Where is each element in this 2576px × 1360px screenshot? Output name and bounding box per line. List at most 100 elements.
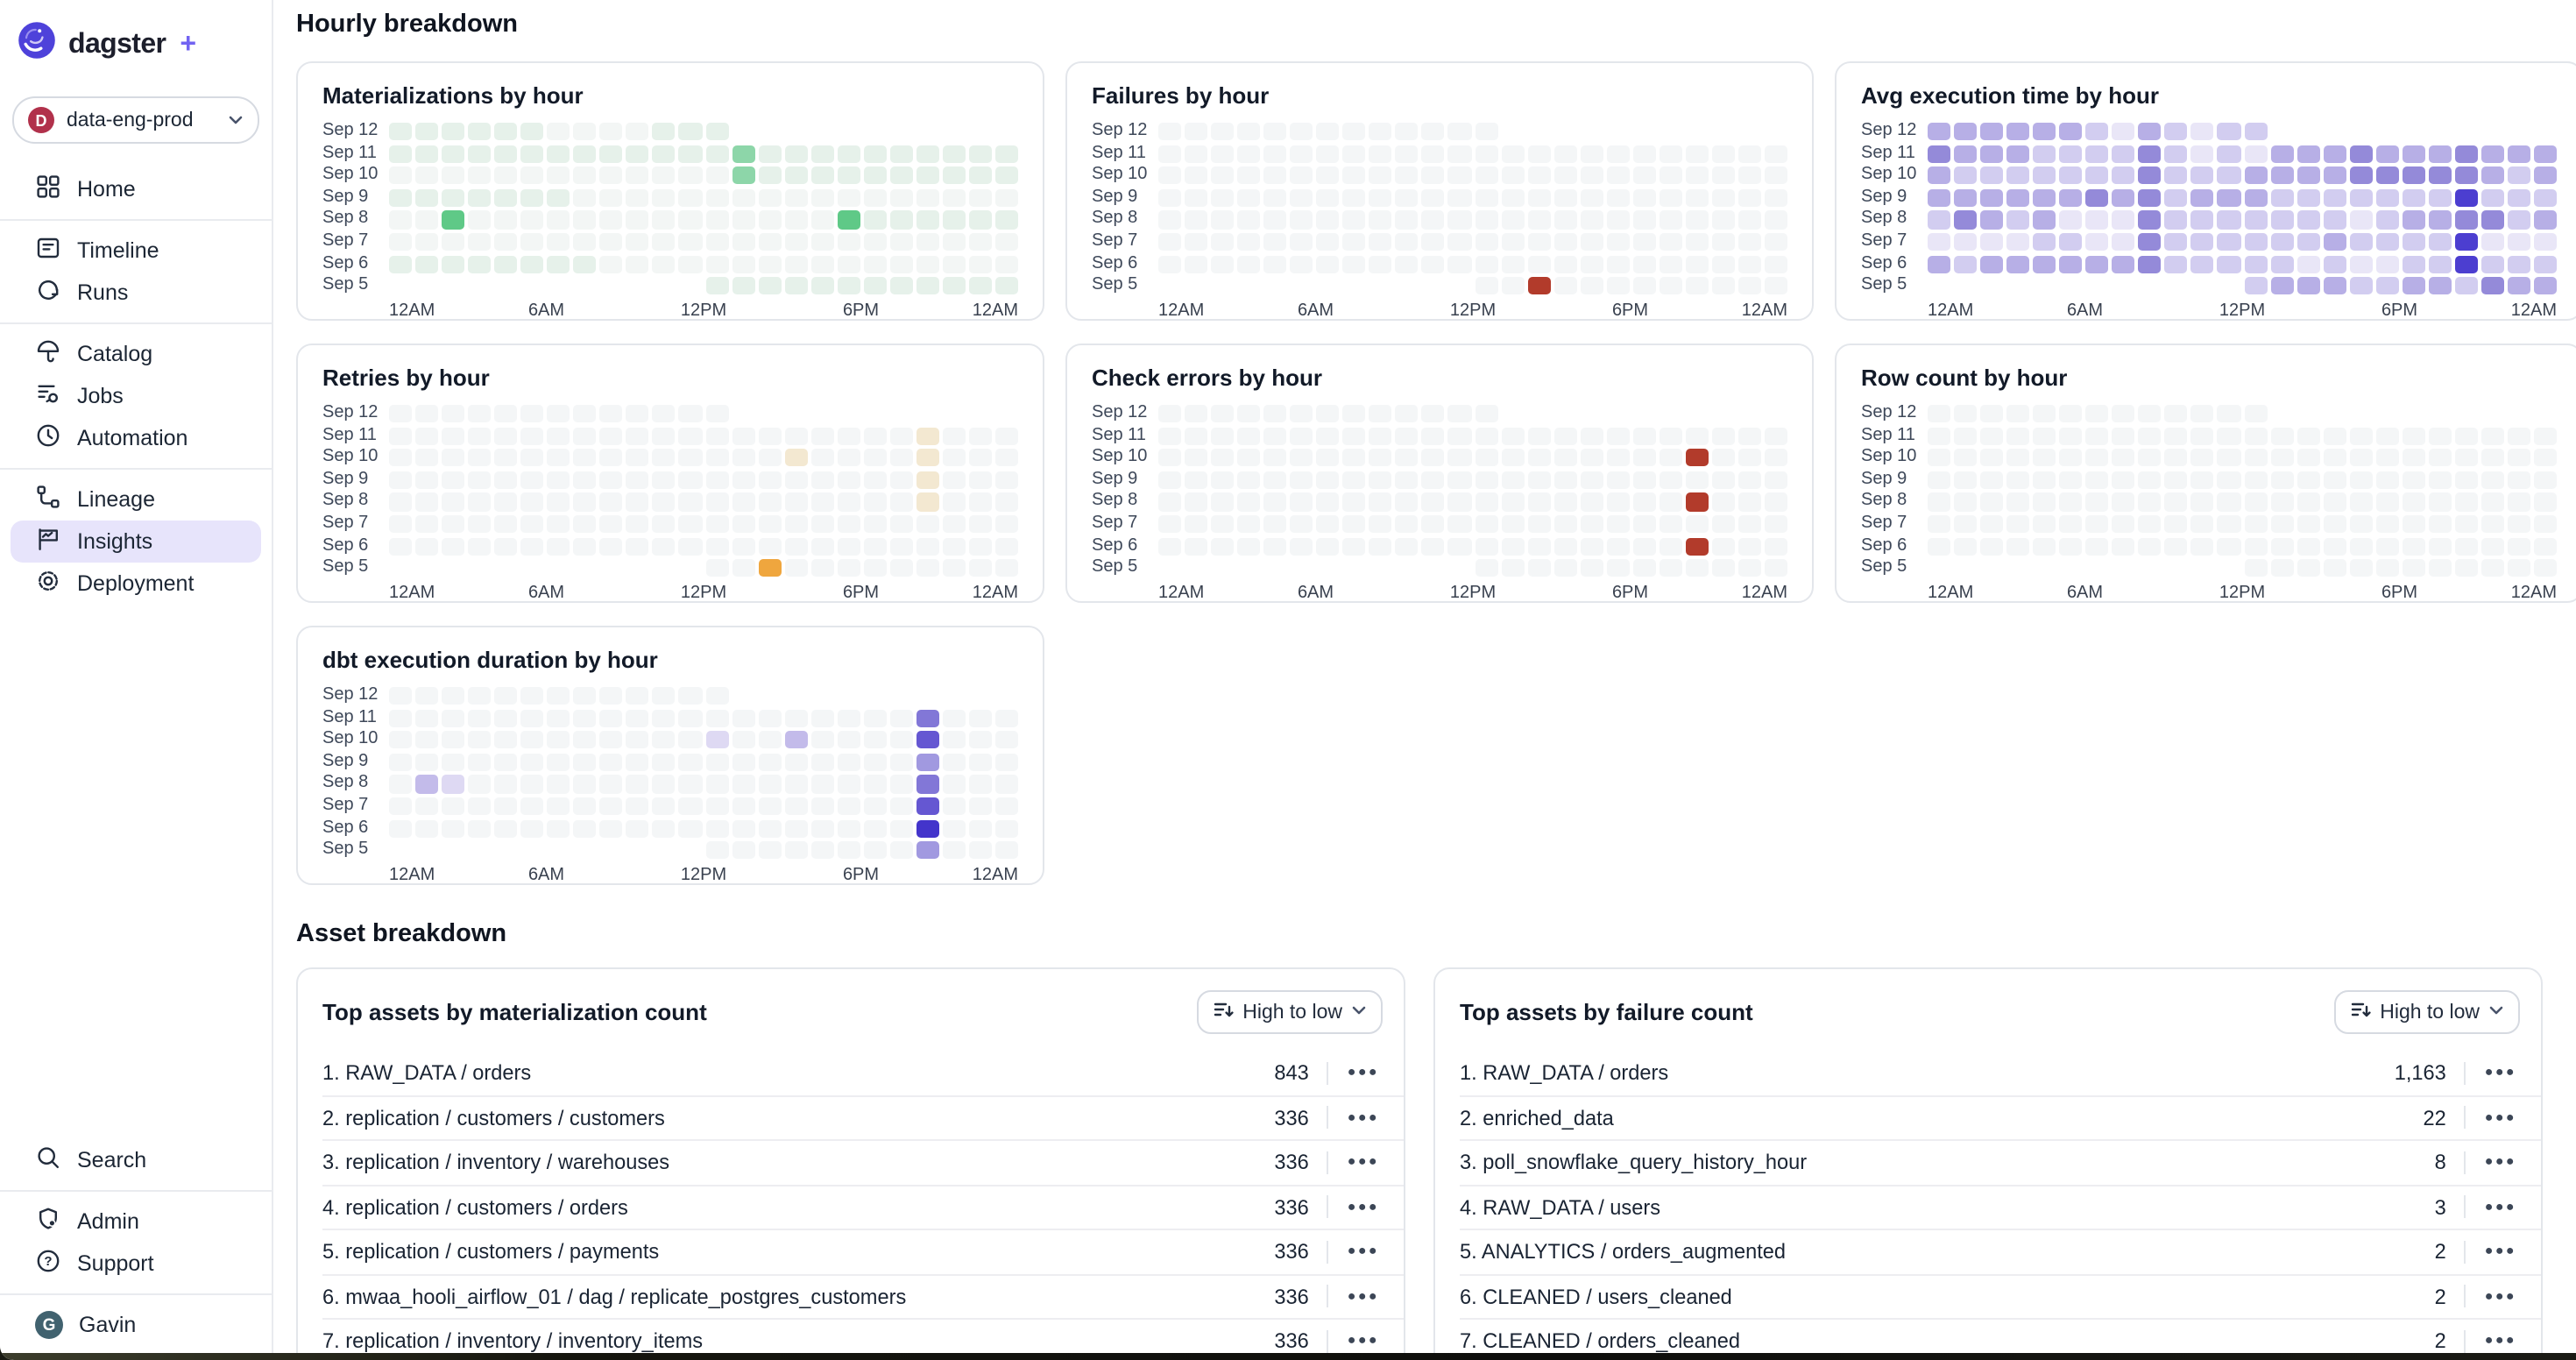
heatmap-cell[interactable] (468, 754, 491, 771)
heatmap-cell[interactable] (1158, 145, 1181, 162)
heatmap-cell[interactable] (1237, 233, 1260, 251)
heatmap-cell[interactable] (995, 493, 1018, 511)
heatmap-cell[interactable] (2349, 211, 2372, 229)
heatmap-cell[interactable] (1290, 189, 1313, 207)
heatmap-cell[interactable] (1580, 255, 1603, 273)
heatmap-cell[interactable] (2033, 233, 2056, 251)
heatmap-cell[interactable] (1448, 123, 1471, 140)
heatmap-cell[interactable] (653, 819, 676, 837)
heatmap-cell[interactable] (1185, 427, 1207, 444)
heatmap-cell[interactable] (626, 537, 649, 555)
heatmap-cell[interactable] (1686, 449, 1709, 466)
heatmap-cell[interactable] (2112, 427, 2135, 444)
heatmap-cell[interactable] (494, 233, 517, 251)
heatmap-cell[interactable] (1290, 427, 1313, 444)
heatmap-cell[interactable] (1580, 211, 1603, 229)
heatmap-cell[interactable] (1158, 515, 1181, 533)
heatmap-cell[interactable] (548, 471, 570, 489)
heatmap-cell[interactable] (758, 515, 781, 533)
heatmap-cell[interactable] (2455, 233, 2478, 251)
heatmap-cell[interactable] (1980, 537, 2003, 555)
heatmap-cell[interactable] (2403, 427, 2425, 444)
heatmap-cell[interactable] (1660, 537, 1682, 555)
heatmap-cell[interactable] (1980, 427, 2003, 444)
heatmap-cell[interactable] (2403, 233, 2425, 251)
heatmap-cell[interactable] (2139, 255, 2162, 273)
heatmap-cell[interactable] (890, 797, 913, 815)
heatmap-cell[interactable] (943, 493, 966, 511)
heatmap-cell[interactable] (2006, 211, 2029, 229)
heatmap-cell[interactable] (2508, 277, 2530, 294)
heatmap-cell[interactable] (2191, 449, 2214, 466)
heatmap-cell[interactable] (679, 493, 702, 511)
heatmap-cell[interactable] (1580, 427, 1603, 444)
heatmap-cell[interactable] (2086, 515, 2109, 533)
heatmap-cell[interactable] (548, 797, 570, 815)
heatmap-cell[interactable] (758, 559, 781, 577)
heatmap-cell[interactable] (837, 537, 860, 555)
table-row[interactable]: 4. replication / customers / orders336●●… (322, 1186, 1404, 1230)
heatmap-cell[interactable] (837, 211, 860, 229)
heatmap-cell[interactable] (810, 797, 833, 815)
heatmap-cell[interactable] (1290, 471, 1313, 489)
heatmap-cell[interactable] (864, 145, 887, 162)
heatmap-cell[interactable] (969, 709, 992, 726)
heatmap-cell[interactable] (1448, 515, 1471, 533)
heatmap-cell[interactable] (600, 471, 623, 489)
heatmap-cell[interactable] (1980, 233, 2003, 251)
heatmap-cell[interactable] (916, 255, 939, 273)
heatmap-cell[interactable] (705, 277, 728, 294)
heatmap-cell[interactable] (1580, 559, 1603, 577)
heatmap-cell[interactable] (2455, 449, 2478, 466)
heatmap-cell[interactable] (468, 731, 491, 748)
heatmap-cell[interactable] (389, 687, 412, 705)
heatmap-cell[interactable] (1475, 449, 1497, 466)
heatmap-cell[interactable] (2059, 493, 2082, 511)
heatmap-cell[interactable] (864, 449, 887, 466)
heatmap-cell[interactable] (2403, 166, 2425, 184)
heatmap-cell[interactable] (1343, 145, 1366, 162)
heatmap-cell[interactable] (574, 515, 597, 533)
heatmap-cell[interactable] (837, 166, 860, 184)
heatmap-cell[interactable] (2375, 189, 2398, 207)
heatmap-cell[interactable] (1980, 405, 2003, 422)
sidebar-item-runs[interactable]: Runs (11, 272, 261, 314)
heatmap-cell[interactable] (732, 797, 754, 815)
heatmap-cell[interactable] (1738, 493, 1761, 511)
heatmap-cell[interactable] (2403, 189, 2425, 207)
heatmap-cell[interactable] (1928, 255, 1950, 273)
heatmap-cell[interactable] (520, 427, 543, 444)
heatmap-cell[interactable] (1553, 559, 1576, 577)
heatmap-cell[interactable] (626, 233, 649, 251)
heatmap-cell[interactable] (732, 211, 754, 229)
heatmap-cell[interactable] (1738, 515, 1761, 533)
heatmap-cell[interactable] (2429, 277, 2452, 294)
heatmap-cell[interactable] (2191, 166, 2214, 184)
heatmap-cell[interactable] (1369, 471, 1392, 489)
heatmap-cell[interactable] (1475, 123, 1497, 140)
heatmap-cell[interactable] (1954, 255, 1977, 273)
heatmap-cell[interactable] (574, 731, 597, 748)
heatmap-cell[interactable] (494, 166, 517, 184)
heatmap-cell[interactable] (679, 145, 702, 162)
heatmap-cell[interactable] (1633, 449, 1656, 466)
heatmap-cell[interactable] (916, 189, 939, 207)
heatmap-cell[interactable] (1660, 277, 1682, 294)
heatmap-cell[interactable] (1527, 189, 1550, 207)
heatmap-cell[interactable] (1606, 145, 1629, 162)
sidebar-item-catalog[interactable]: Catalog (11, 333, 261, 375)
heatmap-cell[interactable] (995, 449, 1018, 466)
heatmap-cell[interactable] (442, 754, 464, 771)
heatmap-cell[interactable] (890, 189, 913, 207)
heatmap-cell[interactable] (864, 427, 887, 444)
heatmap-cell[interactable] (2429, 427, 2452, 444)
heatmap-cell[interactable] (1712, 255, 1735, 273)
heatmap-cell[interactable] (1712, 515, 1735, 533)
heatmap-cell[interactable] (389, 166, 412, 184)
heatmap-cell[interactable] (1317, 493, 1340, 511)
heatmap-cell[interactable] (2403, 255, 2425, 273)
heatmap-cell[interactable] (943, 211, 966, 229)
heatmap-cell[interactable] (732, 471, 754, 489)
heatmap-cell[interactable] (1158, 449, 1181, 466)
heatmap-cell[interactable] (810, 233, 833, 251)
